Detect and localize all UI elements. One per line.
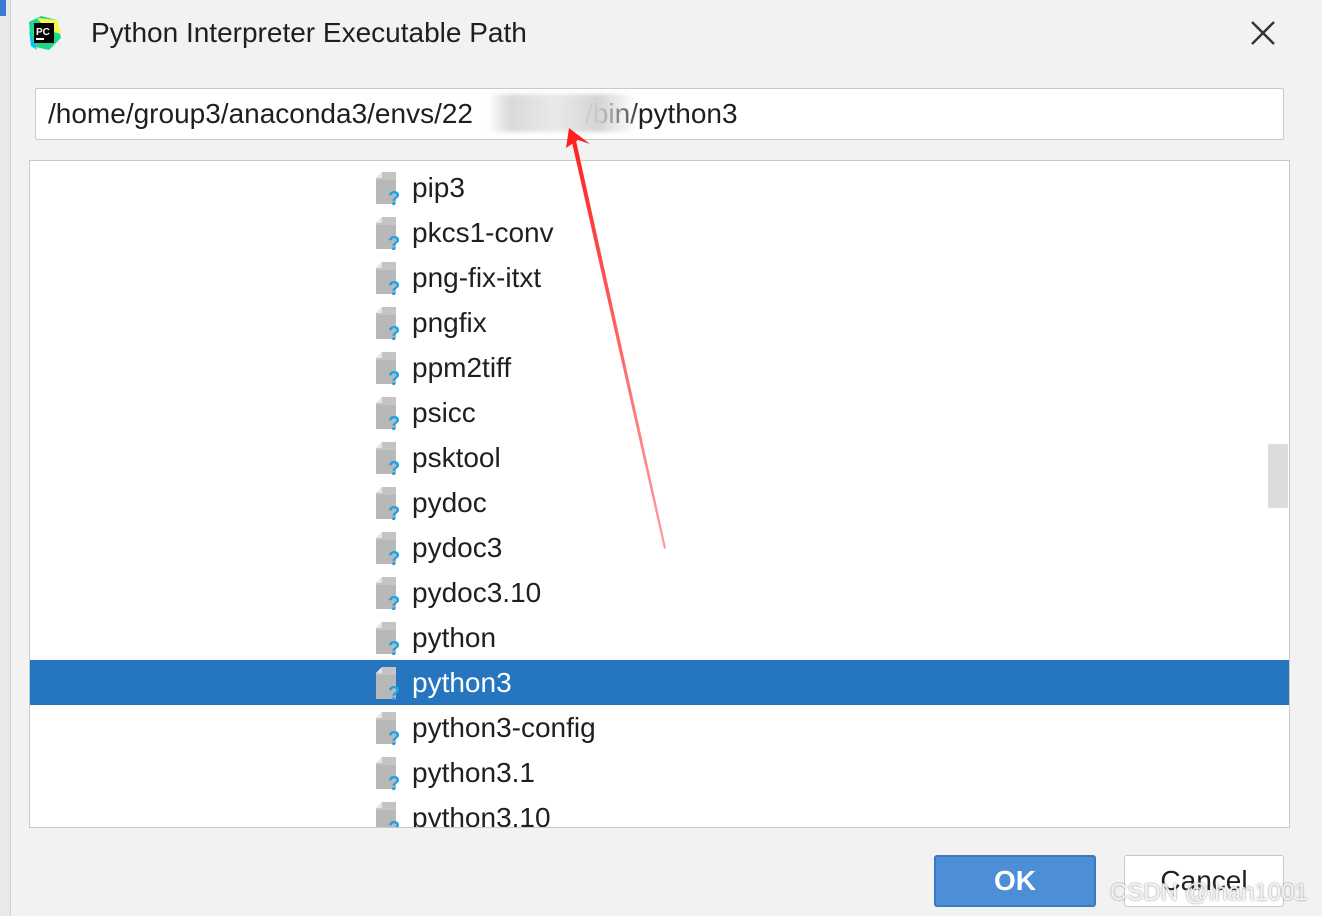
tree-item-label: pydoc — [412, 487, 487, 518]
window-edge — [0, 0, 10, 916]
tree-item[interactable]: ? pkcs1-conv — [30, 210, 1289, 255]
svg-text:?: ? — [388, 188, 400, 206]
svg-text:?: ? — [388, 323, 400, 341]
tree-item-label: pip3 — [412, 172, 465, 203]
close-icon — [1251, 21, 1275, 45]
ok-button[interactable]: OK — [934, 855, 1096, 907]
unknown-file-icon: ? — [376, 487, 400, 521]
tree-item[interactable]: ? pip3 — [30, 165, 1289, 210]
unknown-file-icon: ? — [376, 172, 400, 206]
svg-text:?: ? — [388, 548, 400, 566]
svg-text:?: ? — [388, 233, 400, 251]
unknown-file-icon: ? — [376, 757, 400, 791]
file-tree[interactable]: ? pip3? pkcs1-conv? png-fix-itxt? pngfix? ppm… — [29, 160, 1290, 828]
unknown-file-icon: ? — [376, 442, 400, 476]
path-input[interactable] — [35, 88, 1284, 140]
unknown-file-icon: ? — [376, 262, 400, 296]
pycharm-logo-icon: PC — [29, 16, 61, 50]
tree-item-label: png-fix-itxt — [412, 262, 542, 293]
tree-item-label: pydoc3 — [412, 532, 503, 563]
tree-item-label: psicc — [412, 397, 476, 428]
tree-item-label: ppm2tiff — [412, 352, 512, 383]
unknown-file-icon: ? — [376, 217, 400, 251]
svg-text:?: ? — [388, 413, 400, 431]
unknown-file-icon: ? — [376, 712, 400, 746]
svg-text:?: ? — [388, 818, 400, 828]
tree-item[interactable]: ? ppm2tiff — [30, 345, 1289, 390]
tree-item[interactable]: ? python3.10 — [30, 795, 1289, 828]
tree-item[interactable]: ? png-fix-itxt — [30, 255, 1289, 300]
tree-item-label: python3 — [412, 667, 512, 698]
tree-item[interactable]: ? psicc — [30, 390, 1289, 435]
svg-text:?: ? — [388, 638, 400, 656]
svg-text:?: ? — [388, 593, 400, 611]
tree-item-label: python3.1 — [412, 757, 535, 788]
unknown-file-icon: ? — [376, 802, 400, 828]
svg-text:?: ? — [388, 503, 400, 521]
tree-item[interactable]: ? pydoc3 — [30, 525, 1289, 570]
tree-item-label: python — [412, 622, 497, 653]
tree-item[interactable]: ? python3 — [30, 660, 1289, 705]
svg-text:?: ? — [388, 728, 400, 746]
svg-text:?: ? — [388, 458, 400, 476]
svg-text:PC: PC — [36, 27, 50, 38]
svg-text:?: ? — [388, 368, 400, 386]
unknown-file-icon: ? — [376, 352, 400, 386]
tree-item[interactable]: ? python — [30, 615, 1289, 660]
tree-item-label: pkcs1-conv — [412, 217, 554, 248]
scrollbar-thumb[interactable] — [1268, 444, 1288, 508]
unknown-file-icon: ? — [376, 397, 400, 431]
tree-item[interactable]: ? pydoc3.10 — [30, 570, 1289, 615]
close-button[interactable] — [1238, 12, 1288, 54]
unknown-file-icon: ? — [376, 532, 400, 566]
tree-item-label: pydoc3.10 — [412, 577, 542, 608]
tree-item[interactable]: ? pngfix — [30, 300, 1289, 345]
unknown-file-icon: ? — [376, 577, 400, 611]
unknown-file-icon: ? — [376, 307, 400, 341]
tree-item-label: python3.10 — [412, 802, 551, 828]
tree-item[interactable]: ? pydoc — [30, 480, 1289, 525]
dialog-title: Python Interpreter Executable Path — [91, 17, 527, 48]
tree-item[interactable]: ? python3-config — [30, 705, 1289, 750]
watermark-text: CSDN @lhan1001 — [1110, 879, 1308, 906]
tree-item-label: python3-config — [412, 712, 596, 743]
tree-item-label: psktool — [412, 442, 501, 473]
unknown-file-icon: ? — [376, 622, 400, 656]
tree-item-label: pngfix — [412, 307, 487, 338]
svg-text:?: ? — [388, 278, 400, 296]
unknown-file-icon: ? — [376, 667, 400, 701]
redacted-path-segment — [488, 94, 636, 132]
tree-item[interactable]: ? psktool — [30, 435, 1289, 480]
svg-text:?: ? — [388, 683, 400, 701]
tree-item[interactable]: ? python3.1 — [30, 750, 1289, 795]
svg-text:?: ? — [388, 773, 400, 791]
